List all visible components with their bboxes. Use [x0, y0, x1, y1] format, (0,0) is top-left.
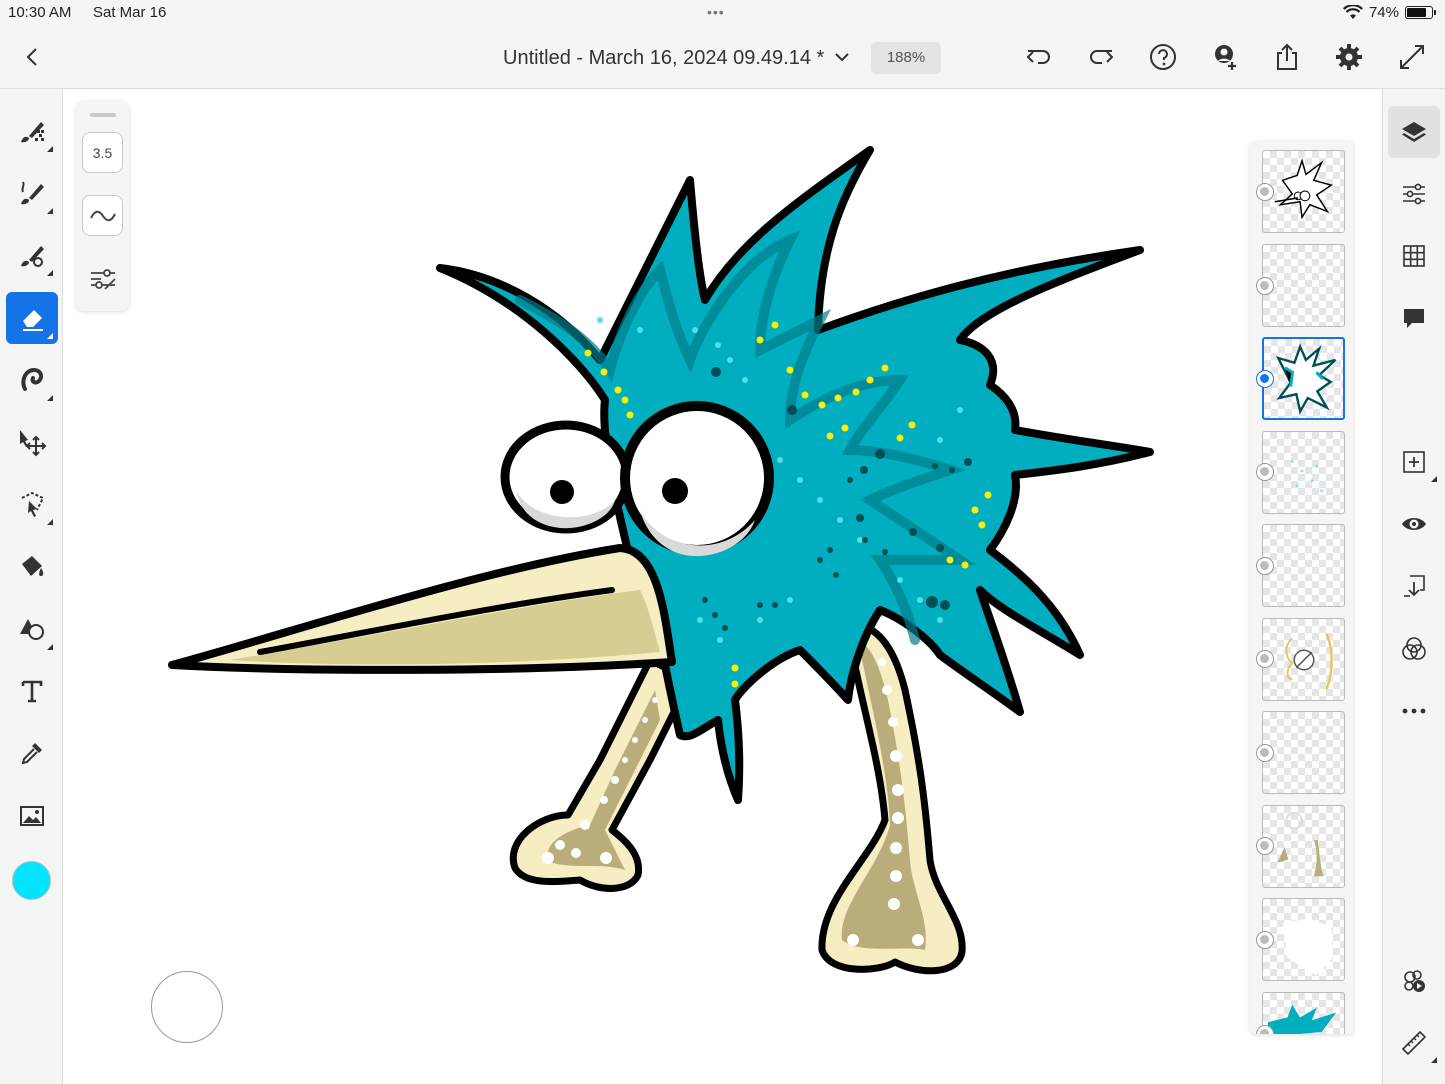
top-bar: Untitled - March 16, 2024 09.49.14 * 188… [0, 28, 1445, 89]
help-icon[interactable] [1148, 42, 1178, 72]
layer-thumbnail[interactable] [1262, 431, 1345, 514]
eyedropper-tool[interactable] [6, 727, 58, 779]
smudge-icon [21, 367, 44, 391]
invite-icon[interactable] [1210, 42, 1240, 72]
tool-rail [0, 89, 63, 1084]
drawing-canvas[interactable] [64, 90, 1381, 1084]
add-layer-button[interactable] [1388, 436, 1440, 488]
layers-icon [1402, 122, 1426, 142]
grid-button[interactable] [1388, 230, 1440, 282]
layer-thumbnail[interactable] [1262, 898, 1345, 981]
live-brush-tool[interactable] [6, 167, 58, 219]
fullscreen-icon[interactable] [1397, 42, 1427, 72]
layer-thumbnail[interactable] [1262, 150, 1345, 233]
comments-button[interactable] [1388, 292, 1440, 344]
transform-icon [20, 430, 47, 457]
text-tool[interactable] [6, 665, 58, 717]
layers-panel [1250, 141, 1353, 1034]
wifi-icon [1342, 5, 1363, 19]
layer-thumbnail-selected[interactable] [1262, 337, 1345, 420]
timelapse-button[interactable] [1388, 955, 1440, 1007]
panel-grab-handle[interactable] [90, 113, 116, 117]
image-icon [20, 806, 44, 826]
share-icon[interactable] [1272, 42, 1302, 72]
layer-thumbnail[interactable] [1262, 711, 1345, 794]
ruler-icon [1401, 1030, 1427, 1056]
layer-radio[interactable] [1256, 463, 1274, 481]
redo-icon[interactable] [1086, 42, 1116, 72]
live-brush-icon [21, 181, 44, 205]
multitask-dots[interactable]: ••• [707, 4, 725, 20]
merge-down-button[interactable] [1388, 560, 1440, 612]
eraser-icon [23, 310, 43, 331]
blend-icon [1402, 637, 1426, 660]
layer-thumbnail[interactable] [1262, 244, 1345, 327]
layer-thumbnail[interactable] [1262, 805, 1345, 888]
lasso-icon [21, 491, 45, 517]
status-bar: 10:30 AM Sat Mar 16 ••• 74% [0, 0, 1445, 28]
more-icon [1402, 708, 1426, 714]
layer-thumbnail[interactable] [1262, 992, 1345, 1034]
visibility-button[interactable] [1388, 498, 1440, 550]
layer-thumbnail[interactable] [1262, 618, 1345, 701]
brush-cursor [151, 971, 223, 1043]
status-time: 10:30 AM [8, 4, 72, 21]
transform-tool[interactable] [6, 416, 58, 468]
comment-icon [1404, 309, 1424, 328]
vector-brush-icon [21, 246, 44, 267]
chevron-down-icon[interactable] [832, 47, 852, 67]
merge-down-icon [1404, 575, 1425, 597]
battery-group: 74% [1342, 4, 1436, 21]
settings-icon[interactable] [1334, 42, 1364, 72]
smudge-tool[interactable] [6, 354, 58, 406]
document-title[interactable]: Untitled - March 16, 2024 09.49.14 * [503, 47, 824, 70]
add-layer-icon [1403, 451, 1425, 473]
pixel-brush-icon [21, 122, 44, 143]
undo-icon[interactable] [1024, 42, 1054, 72]
battery-percent: 74% [1368, 4, 1399, 21]
layer-radio-selected[interactable] [1256, 370, 1274, 388]
layer-properties-icon [1403, 183, 1425, 205]
layer-properties-button[interactable] [1388, 168, 1440, 220]
vector-brush-tool[interactable] [6, 229, 58, 281]
text-icon [21, 680, 43, 703]
layer-radio[interactable] [1256, 931, 1274, 949]
battery-icon [1405, 6, 1436, 19]
back-icon[interactable] [20, 44, 46, 70]
smoothing-icon [89, 210, 116, 221]
right-rail [1382, 89, 1445, 1084]
lasso-tool[interactable] [6, 478, 58, 530]
eyedropper-icon [21, 743, 42, 765]
layer-radio[interactable] [1256, 183, 1274, 201]
grid-icon [1403, 245, 1425, 267]
brush-panel: 3.5 [76, 101, 129, 311]
layer-radio[interactable] [1256, 837, 1274, 855]
layer-radio[interactable] [1256, 650, 1274, 668]
layers-button[interactable] [1388, 106, 1440, 158]
layer-radio[interactable] [1256, 744, 1274, 762]
brush-settings-icon[interactable] [87, 263, 119, 295]
layer-thumbnail[interactable] [1262, 524, 1345, 607]
smoothing-button[interactable] [82, 195, 123, 236]
fill-icon [22, 556, 44, 576]
blend-button[interactable] [1388, 623, 1440, 675]
bird-illustration [168, 146, 1154, 975]
zoom-level[interactable]: 188% [871, 42, 941, 74]
timelapse-icon [1404, 970, 1425, 992]
status-date: Sat Mar 16 [93, 4, 167, 21]
fill-tool[interactable] [6, 541, 58, 593]
shapes-tool[interactable] [6, 603, 58, 655]
pixel-brush-tool[interactable] [6, 105, 58, 157]
image-tool[interactable] [6, 790, 58, 842]
layer-radio[interactable] [1256, 557, 1274, 575]
shapes-icon [20, 619, 44, 640]
layer-radio[interactable] [1256, 277, 1274, 295]
visibility-icon [1402, 518, 1426, 530]
brush-size-button[interactable]: 3.5 [82, 132, 123, 173]
current-color-swatch[interactable] [12, 861, 51, 900]
more-button[interactable] [1388, 685, 1440, 737]
eraser-tool[interactable] [6, 292, 58, 344]
ruler-button[interactable] [1388, 1017, 1440, 1069]
